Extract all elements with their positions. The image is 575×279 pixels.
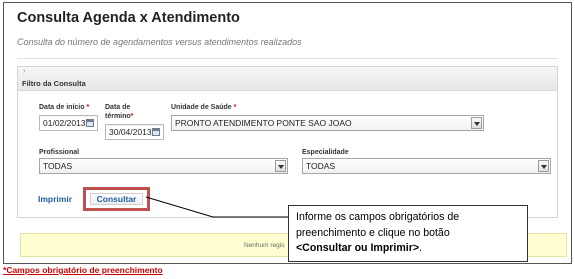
callout-line1: Informe os campos obrigatórios de <box>296 211 460 223</box>
callout-end: . <box>419 242 422 254</box>
instruction-callout: Informe os campos obrigatórios de preenc… <box>288 205 528 262</box>
callout-bold: <Consultar ou Imprimir> <box>296 242 420 254</box>
callout-line2: preenchimento e clique no botão <box>296 226 450 239</box>
required-fields-text: Campos obrigatório de preenchimento <box>6 265 163 275</box>
required-fields-note: *Campos obrigatório de preenchimento <box>3 265 163 275</box>
